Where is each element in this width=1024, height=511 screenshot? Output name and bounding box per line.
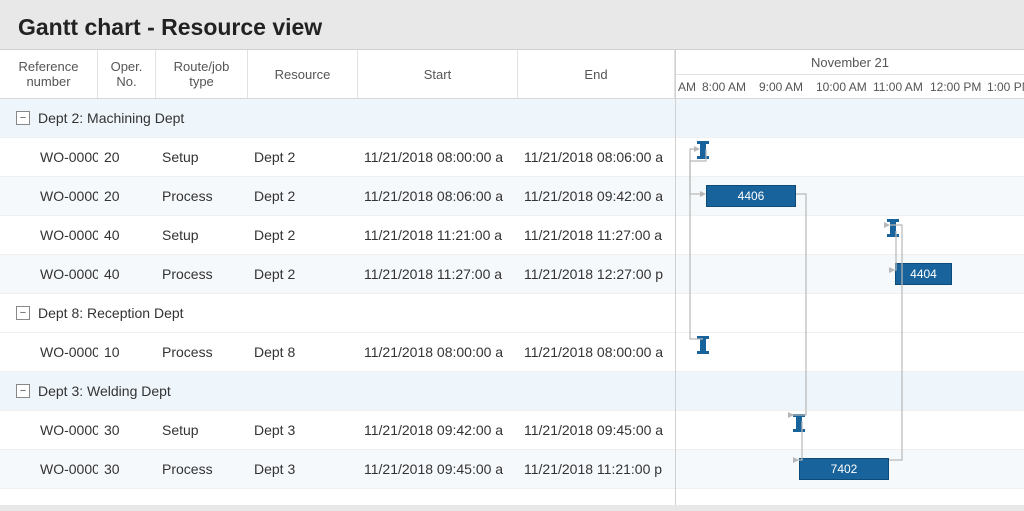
cell-start: 11/21/2018 11:27:00 a xyxy=(358,266,518,282)
col-end[interactable]: End xyxy=(518,50,675,98)
col-route-type[interactable]: Route/job type xyxy=(156,50,248,98)
cell-reference: WO-00000 xyxy=(0,344,98,360)
table-row[interactable]: WO-0000030ProcessDept 311/21/2018 09:45:… xyxy=(0,450,675,489)
collapse-icon[interactable]: − xyxy=(16,384,30,398)
cell-resource: Dept 3 xyxy=(248,461,358,477)
cell-oper: 10 xyxy=(98,344,156,360)
grid-panel: Reference number Oper. No. Route/job typ… xyxy=(0,50,675,505)
timeline-hour: 12:00 PM xyxy=(928,75,985,99)
gantt-bar[interactable]: 7402 xyxy=(799,458,889,480)
cell-type: Process xyxy=(156,344,248,360)
gantt-bar[interactable]: 4406 xyxy=(706,185,796,207)
collapse-icon[interactable]: − xyxy=(16,306,30,320)
cell-oper: 40 xyxy=(98,227,156,243)
cell-end: 11/21/2018 08:06:00 a xyxy=(518,149,675,165)
gantt-row[interactable] xyxy=(676,333,1024,372)
gantt-row[interactable] xyxy=(676,411,1024,450)
cell-start: 11/21/2018 09:45:00 a xyxy=(358,461,518,477)
timeline-hour: 8:00 AM xyxy=(700,75,757,99)
collapse-icon[interactable]: − xyxy=(16,111,30,125)
cell-end: 11/21/2018 09:45:00 a xyxy=(518,422,675,438)
gantt-row[interactable]: 4404 xyxy=(676,255,1024,294)
gantt-row[interactable]: 7402 xyxy=(676,450,1024,489)
cell-end: 11/21/2018 11:27:00 a xyxy=(518,227,675,243)
timeline-header: November 21 AM8:00 AM9:00 AM10:00 AM11:0… xyxy=(676,50,1024,99)
table-row[interactable]: WO-0000040ProcessDept 211/21/2018 11:27:… xyxy=(0,255,675,294)
table-row[interactable]: WO-0000020ProcessDept 211/21/2018 08:06:… xyxy=(0,177,675,216)
cell-start: 11/21/2018 11:21:00 a xyxy=(358,227,518,243)
group-label: Dept 2: Machining Dept xyxy=(38,110,184,126)
column-headers: Reference number Oper. No. Route/job typ… xyxy=(0,50,675,99)
group-label: Dept 3: Welding Dept xyxy=(38,383,171,399)
col-resource[interactable]: Resource xyxy=(248,50,358,98)
cell-type: Process xyxy=(156,266,248,282)
cell-type: Setup xyxy=(156,422,248,438)
page-title: Gantt chart - Resource view xyxy=(0,0,1024,49)
cell-type: Process xyxy=(156,461,248,477)
group-header[interactable]: −Dept 3: Welding Dept xyxy=(0,372,675,411)
timeline-hour: 1:00 PM xyxy=(985,75,1024,99)
cell-resource: Dept 2 xyxy=(248,266,358,282)
cell-oper: 20 xyxy=(98,188,156,204)
cell-start: 11/21/2018 08:00:00 a xyxy=(358,344,518,360)
cell-oper: 30 xyxy=(98,422,156,438)
cell-resource: Dept 3 xyxy=(248,422,358,438)
cell-end: 11/21/2018 08:00:00 a xyxy=(518,344,675,360)
cell-type: Setup xyxy=(156,149,248,165)
timeline-hour: 9:00 AM xyxy=(757,75,814,99)
group-header[interactable]: −Dept 2: Machining Dept xyxy=(0,99,675,138)
table-row[interactable]: WO-0000040SetupDept 211/21/2018 11:21:00… xyxy=(0,216,675,255)
gantt-bar[interactable]: 4404 xyxy=(895,263,952,285)
timeline-hour: 10:00 AM xyxy=(814,75,871,99)
table-row[interactable]: WO-0000010ProcessDept 811/21/2018 08:00:… xyxy=(0,333,675,372)
group-label: Dept 8: Reception Dept xyxy=(38,305,184,321)
cell-oper: 40 xyxy=(98,266,156,282)
gantt-row[interactable] xyxy=(676,216,1024,255)
gantt-marker[interactable] xyxy=(700,144,706,156)
col-oper-no[interactable]: Oper. No. xyxy=(98,50,156,98)
gantt-marker[interactable] xyxy=(796,417,802,429)
cell-start: 11/21/2018 08:00:00 a xyxy=(358,149,518,165)
table-row[interactable]: WO-0000020SetupDept 211/21/2018 08:00:00… xyxy=(0,138,675,177)
cell-type: Setup xyxy=(156,227,248,243)
cell-end: 11/21/2018 11:21:00 p xyxy=(518,461,675,477)
cell-reference: WO-00000 xyxy=(0,461,98,477)
col-reference[interactable]: Reference number xyxy=(0,50,98,98)
timeline-hour: AM xyxy=(676,75,700,99)
cell-resource: Dept 2 xyxy=(248,188,358,204)
gantt-marker[interactable] xyxy=(890,222,896,234)
cell-resource: Dept 8 xyxy=(248,344,358,360)
cell-reference: WO-00000 xyxy=(0,266,98,282)
cell-resource: Dept 2 xyxy=(248,149,358,165)
group-header[interactable]: −Dept 8: Reception Dept xyxy=(0,294,675,333)
gantt-row[interactable]: 4406 xyxy=(676,177,1024,216)
cell-reference: WO-00000 xyxy=(0,422,98,438)
cell-start: 11/21/2018 08:06:00 a xyxy=(358,188,518,204)
gantt-marker[interactable] xyxy=(700,339,706,351)
timeline-hour: 11:00 AM xyxy=(871,75,928,99)
cell-resource: Dept 2 xyxy=(248,227,358,243)
gantt-row[interactable] xyxy=(676,138,1024,177)
col-start[interactable]: Start xyxy=(358,50,518,98)
cell-end: 11/21/2018 09:42:00 a xyxy=(518,188,675,204)
cell-end: 11/21/2018 12:27:00 p xyxy=(518,266,675,282)
cell-oper: 20 xyxy=(98,149,156,165)
cell-start: 11/21/2018 09:42:00 a xyxy=(358,422,518,438)
cell-reference: WO-00000 xyxy=(0,188,98,204)
table-row[interactable]: WO-0000030SetupDept 311/21/2018 09:42:00… xyxy=(0,411,675,450)
cell-reference: WO-00000 xyxy=(0,227,98,243)
cell-reference: WO-00000 xyxy=(0,149,98,165)
cell-oper: 30 xyxy=(98,461,156,477)
gantt-panel[interactable]: November 21 AM8:00 AM9:00 AM10:00 AM11:0… xyxy=(675,50,1024,505)
timeline-month: November 21 xyxy=(676,50,1024,75)
cell-type: Process xyxy=(156,188,248,204)
